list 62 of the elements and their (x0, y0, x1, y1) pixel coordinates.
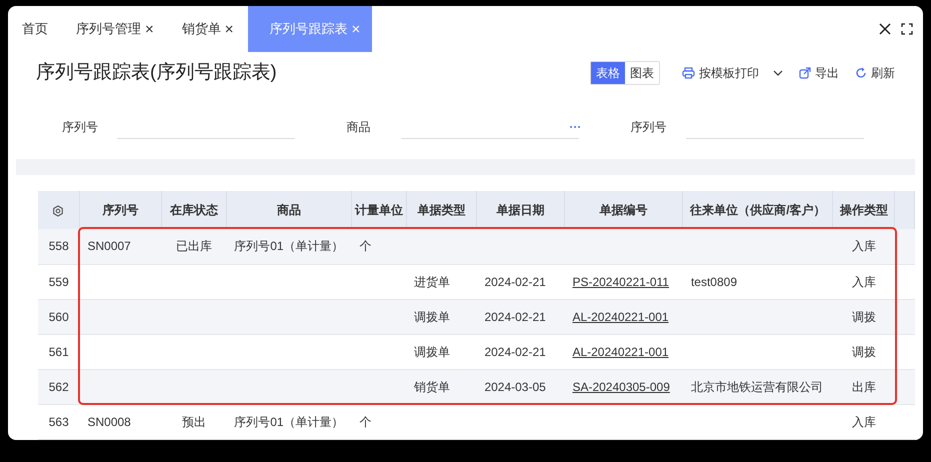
column-header: 单据日期 (476, 191, 564, 229)
table-cell: 进货单 (414, 274, 450, 288)
row-number: 559 (38, 264, 80, 299)
field-label: 序列号 (62, 118, 99, 136)
tab[interactable]: 销货单 × (168, 6, 248, 52)
table-cell: 调拨 (852, 310, 876, 324)
table-cell: 序列号01（单计量） (234, 239, 344, 254)
column-header: 在库状态 (161, 191, 226, 229)
column-header: 商品 (226, 191, 352, 229)
table-cell: 调拨单 (414, 310, 450, 324)
table-cell: 预出 (182, 414, 206, 428)
field-label: 商品 (346, 118, 372, 136)
table-cell: 入库 (852, 239, 876, 254)
more-icon[interactable]: ··· (569, 118, 582, 136)
printer-icon (682, 67, 695, 79)
table-cell: SN0007 (87, 239, 131, 254)
table-cell: 北京市地铁运营有限公司 (690, 380, 823, 394)
close-icon[interactable]: × (224, 22, 234, 36)
table-cell: test0809 (690, 274, 738, 288)
table-cell: SN0008 (87, 414, 131, 428)
row-number: 563 (38, 404, 80, 439)
table-cell: 出库 (852, 380, 876, 394)
page-title: 序列号跟踪表(序列号跟踪表) (36, 60, 277, 85)
row-number: 558 (38, 229, 80, 264)
tab[interactable]: 首页 (8, 6, 62, 52)
column-header: 单据编号 (564, 191, 683, 229)
column-header: 操作类型 (832, 191, 895, 229)
table-cell: 序列号01（单计量） (234, 414, 344, 428)
table-cell: 个 (360, 414, 372, 428)
toolbar-button[interactable]: 刷新 (847, 64, 903, 82)
table-cell: 2024-02-21 (484, 310, 546, 324)
settings-icon[interactable] (52, 204, 64, 217)
tab[interactable]: 序列号管理 × (62, 6, 168, 52)
table-cell: 2024-02-21 (484, 344, 546, 358)
column-header: 计量单位 (352, 191, 406, 229)
document-link[interactable]: AL-20240221-001 (572, 344, 669, 358)
close-icon[interactable]: × (145, 22, 154, 36)
export-icon (799, 67, 811, 79)
table-cell: 销货单 (414, 380, 450, 394)
field-label: 序列号 (630, 118, 668, 136)
row-number: 560 (38, 299, 80, 334)
table-cell: 已出库 (176, 239, 212, 254)
column-header: 单据类型 (406, 191, 476, 229)
column-header: 序列号 (79, 191, 162, 229)
row-number: 562 (38, 369, 80, 404)
close-icon[interactable] (879, 23, 891, 35)
table-cell: 2024-03-05 (484, 380, 546, 394)
table-cell: 2024-02-21 (484, 274, 546, 288)
toolbar-button[interactable]: 导出 (791, 64, 847, 82)
table-cell: 调拨 (852, 344, 876, 358)
table-cell: 入库 (852, 414, 876, 428)
row-number: 561 (38, 334, 80, 369)
table-cell: 调拨单 (414, 344, 450, 358)
column-header: 往来单位（供应商/客户） (682, 191, 833, 229)
view-toggle[interactable]: 表格 (591, 62, 625, 84)
table-cell: 入库 (852, 274, 876, 288)
refresh-icon (855, 67, 867, 79)
document-link[interactable]: PS-20240221-011 (572, 274, 669, 288)
caret-icon[interactable] (773, 70, 783, 76)
toolbar-button[interactable]: 按模板打印 (674, 64, 791, 82)
table-cell: 个 (360, 239, 372, 254)
fullscreen-icon[interactable] (901, 23, 913, 35)
